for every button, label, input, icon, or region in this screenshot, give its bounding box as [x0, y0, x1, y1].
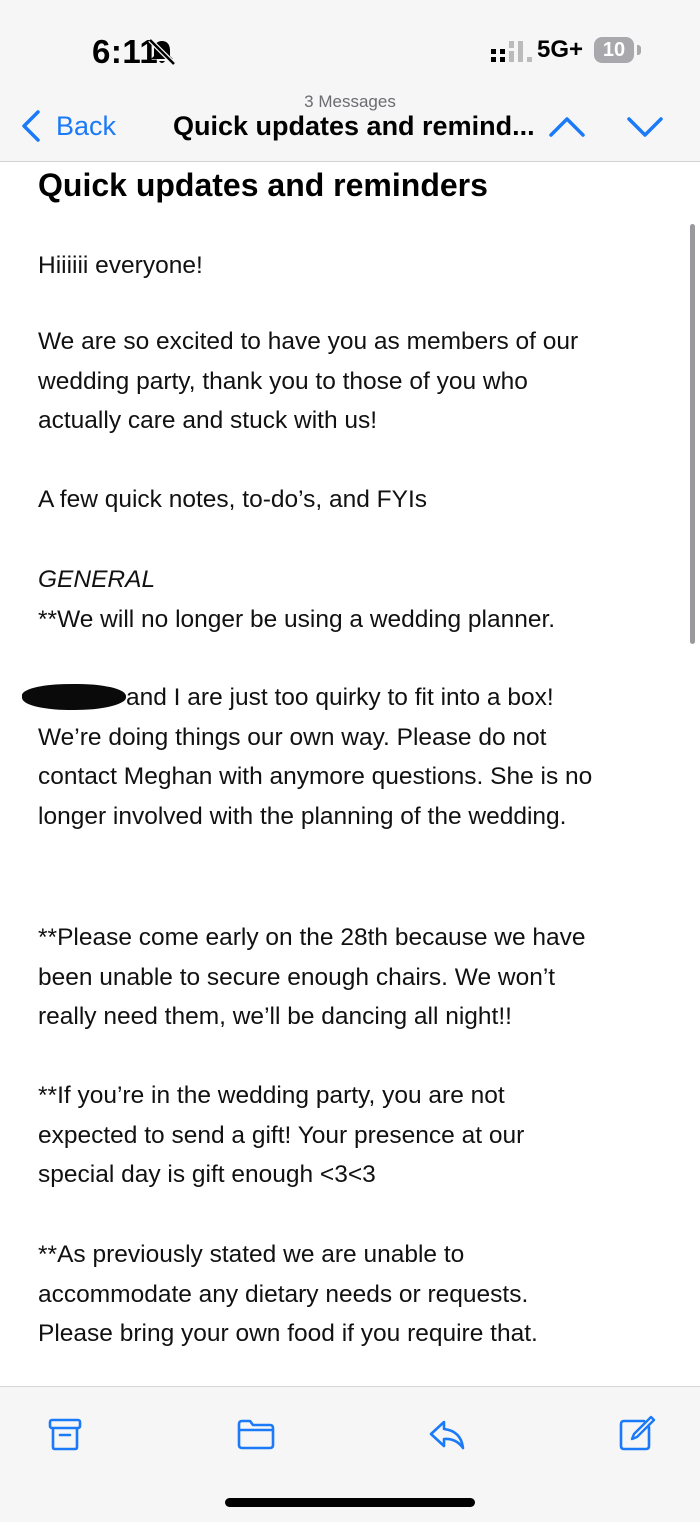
scroll-indicator[interactable]	[690, 224, 695, 644]
quirky-paragraph: and I are just too quirky to fit into a …	[21, 678, 592, 836]
compose-icon[interactable]	[616, 1415, 656, 1453]
section-heading: GENERAL	[38, 566, 156, 593]
nav-bar: Back 3 Messages Quick updates and remind…	[0, 88, 700, 162]
chevron-up-icon[interactable]	[548, 110, 586, 142]
battery-cap	[637, 45, 641, 55]
chairs-paragraph: **Please come early on the 28th because …	[38, 924, 586, 1030]
chevron-down-icon[interactable]	[626, 110, 664, 142]
notes-heading: A few quick notes, to-do’s, and FYIs	[38, 486, 428, 513]
email-content[interactable]: Quick updates and reminders Hiiiiii ever…	[0, 162, 700, 1386]
greeting: Hiiiiii everyone!	[38, 252, 203, 279]
archive-icon[interactable]	[45, 1415, 85, 1453]
status-bar: 6:11 5G+ 10	[0, 0, 700, 88]
network-type: 5G+	[537, 36, 584, 63]
back-label: Back	[56, 110, 117, 141]
nav-title: Quick updates and remind...	[173, 111, 535, 141]
planner-note: **We will no longer be using a wedding p…	[38, 605, 556, 633]
back-button[interactable]: Back	[20, 106, 116, 146]
email-subject: Quick updates and reminders	[38, 167, 488, 203]
redaction-mark	[21, 683, 127, 711]
general-section: GENERAL **We will no longer be using a w…	[38, 560, 555, 639]
folder-icon[interactable]	[236, 1415, 276, 1453]
battery-level: 10	[594, 37, 634, 63]
bell-slash-icon	[148, 38, 176, 66]
cellular-signal-icon	[491, 41, 532, 62]
reply-icon[interactable]	[427, 1415, 467, 1453]
chevron-left-icon	[22, 110, 40, 142]
home-indicator[interactable]	[225, 1498, 475, 1507]
message-count: 3 Messages	[304, 92, 396, 111]
dietary-paragraph: **As previously stated we are unable to …	[38, 1241, 538, 1347]
intro-paragraph: We are so excited to have you as members…	[38, 328, 579, 434]
gift-paragraph: **If you’re in the wedding party, you ar…	[38, 1082, 525, 1188]
